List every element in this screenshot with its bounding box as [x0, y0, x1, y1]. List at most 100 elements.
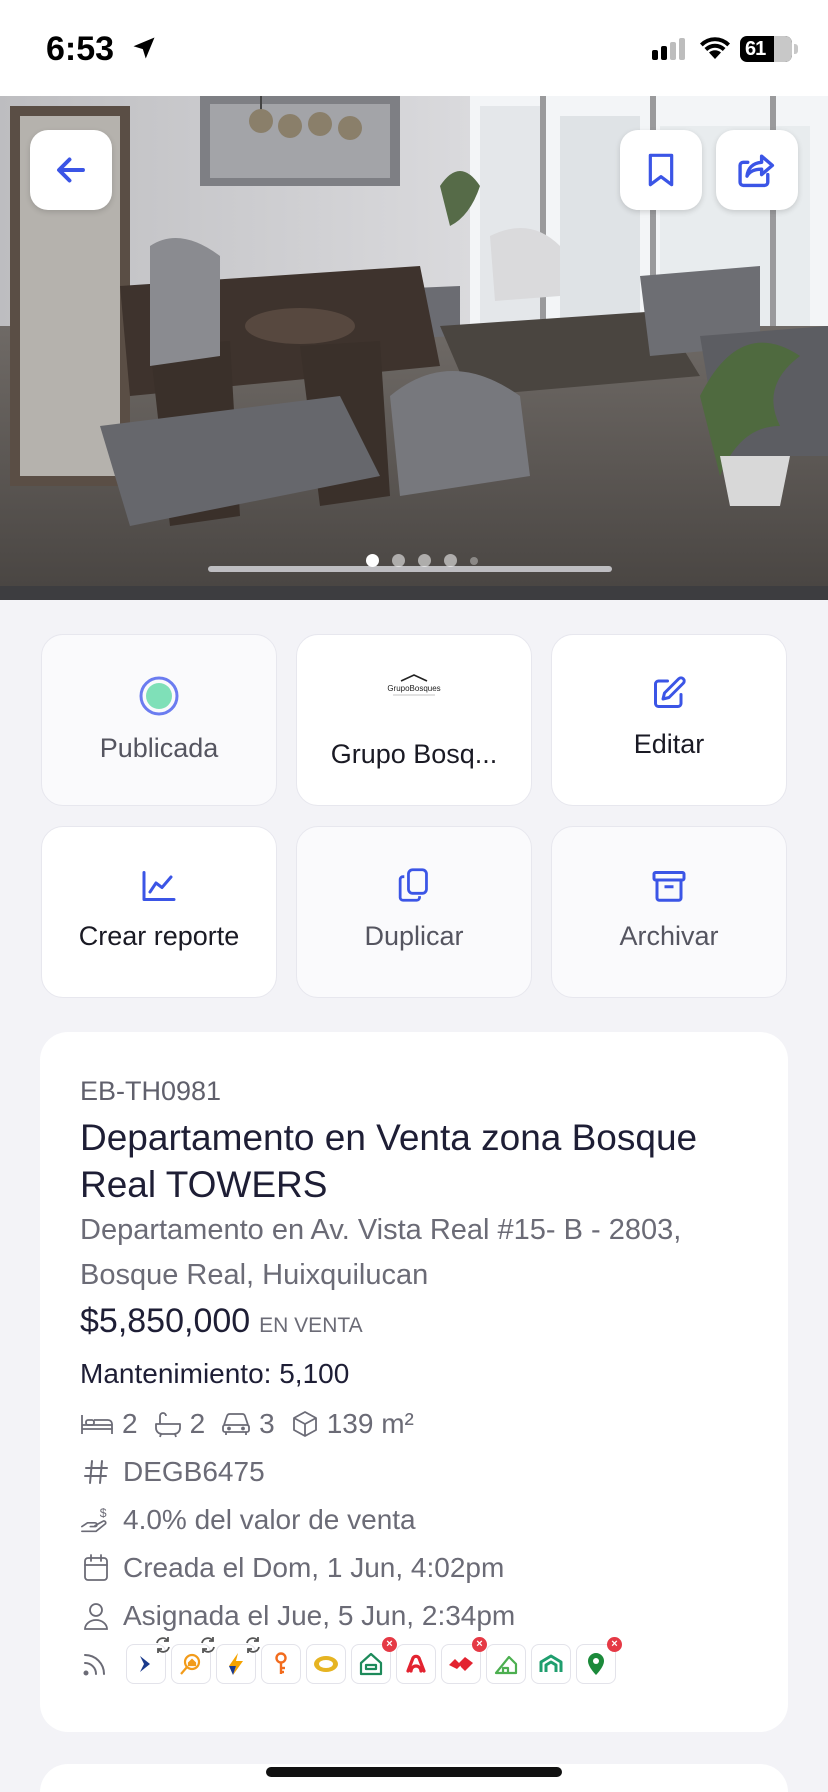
internal-id: DEGB6475 — [123, 1456, 265, 1487]
battery-indicator: 61 — [740, 36, 792, 62]
status-tile[interactable]: Publicada — [41, 634, 277, 806]
features-row: 2 2 3 139 m² — [80, 1408, 430, 1440]
back-button[interactable] — [30, 130, 112, 210]
bedrooms-feature: 2 — [80, 1408, 138, 1440]
portal-7[interactable] — [396, 1644, 436, 1684]
agency-tile[interactable]: GrupoBosques Grupo Bosq... — [296, 634, 532, 806]
listing-address: Departamento en Av. Vista Real #15- B - … — [80, 1214, 682, 1291]
chart-icon — [142, 871, 176, 901]
calendar-icon — [84, 1554, 108, 1581]
share-button[interactable] — [716, 130, 798, 210]
svg-text:$: $ — [100, 1506, 107, 1520]
green-house-icon — [494, 1655, 518, 1675]
status-bar: 6:53 61 — [0, 0, 828, 96]
parking-feature: 3 — [221, 1408, 275, 1440]
home-indicator[interactable] — [266, 1767, 562, 1777]
battery-tip — [794, 44, 798, 54]
cube-icon — [292, 1411, 317, 1437]
chevron-right-icon — [140, 1656, 150, 1672]
pagination-dot[interactable] — [392, 554, 405, 567]
agency-logo: GrupoBosques — [387, 674, 441, 696]
user-icon — [84, 1603, 108, 1630]
gallery-pagination[interactable] — [366, 554, 478, 567]
pin-logo-icon — [406, 1654, 426, 1673]
area-value: 139 m² — [326, 1408, 414, 1439]
archive-tile[interactable]: Archivar — [551, 826, 787, 998]
duplicate-tile[interactable]: Duplicar — [296, 826, 532, 998]
bedrooms-count: 2 — [122, 1408, 138, 1439]
bookmark-icon — [648, 153, 674, 187]
internal-id-row: DEGB6475 — [80, 1456, 265, 1488]
created-text: Creada el Dom, 1 Jun, 4:02pm — [123, 1552, 505, 1583]
created-row: Creada el Dom, 1 Jun, 4:02pm — [80, 1552, 504, 1584]
portal-6[interactable]: × — [351, 1637, 397, 1684]
price-row: $5,850,000 EN VENTA — [80, 1302, 363, 1341]
status-label: Publicada — [99, 733, 219, 763]
listing-price: $5,850,000 — [80, 1302, 251, 1340]
listing-code: EB-TH0981 — [80, 1076, 222, 1106]
listing-info-card: EB-TH0981 Departamento en Venta zona Bos… — [40, 1032, 788, 1732]
map-pin-icon — [588, 1653, 604, 1675]
sync-icon — [246, 1637, 260, 1653]
archive-icon — [652, 871, 686, 902]
maintenance-fee: Mantenimiento: 5,100 — [80, 1358, 350, 1389]
status-time: 6:53 — [46, 30, 115, 68]
bed-icon — [81, 1415, 113, 1434]
key-icon — [275, 1652, 287, 1674]
report-tile[interactable]: Crear reporte — [41, 826, 277, 998]
portal-5[interactable] — [306, 1644, 346, 1684]
assigned-row: Asignada el Jue, 5 Jun, 2:34pm — [80, 1600, 515, 1632]
operation-type: EN VENTA — [259, 1314, 363, 1337]
bathrooms-count: 2 — [189, 1408, 206, 1439]
portal-1[interactable] — [126, 1637, 170, 1684]
portal-8[interactable]: × — [441, 1637, 487, 1684]
portal-11[interactable]: × — [576, 1637, 622, 1684]
property-photo-gallery[interactable] — [0, 96, 828, 600]
commission-row: $ 4.0% del valor de venta — [80, 1504, 416, 1536]
rss-icon — [83, 1654, 105, 1676]
ring-logo-icon — [314, 1656, 338, 1672]
battery-level: 61 — [745, 38, 766, 60]
assigned-text: Asignada el Jue, 5 Jun, 2:34pm — [123, 1600, 516, 1631]
pagination-dot[interactable] — [366, 554, 379, 567]
location-arrow-icon — [133, 37, 155, 59]
wifi-icon — [700, 37, 730, 59]
error-badge: × — [382, 1637, 397, 1652]
roof-logo-icon — [539, 1654, 563, 1672]
edit-icon — [654, 676, 686, 708]
house-icon — [359, 1652, 383, 1676]
hash-icon — [84, 1460, 108, 1484]
portal-9[interactable] — [486, 1644, 526, 1684]
share-icon — [738, 154, 775, 188]
sync-icon — [156, 1637, 170, 1653]
agency-label: Grupo Bosq... — [330, 739, 498, 769]
sync-icon — [201, 1637, 215, 1653]
status-dot-icon — [139, 676, 179, 716]
archive-label: Archivar — [619, 921, 719, 951]
parking-count: 3 — [259, 1408, 275, 1439]
report-label: Crear reporte — [78, 921, 240, 951]
area-feature: 139 m² — [291, 1408, 414, 1440]
living-room-photo[interactable] — [0, 96, 828, 586]
svg-text:GrupoBosques: GrupoBosques — [387, 684, 440, 693]
pagination-dot[interactable] — [470, 556, 478, 565]
bathrooms-feature: 2 — [154, 1408, 206, 1440]
edit-label: Editar — [633, 729, 705, 759]
portal-3[interactable] — [216, 1637, 260, 1684]
portal-4[interactable] — [261, 1644, 301, 1684]
portal-10[interactable] — [531, 1644, 571, 1684]
listing-title: Departamento en Venta zona Bosque Real T… — [80, 1117, 698, 1205]
bath-icon — [154, 1412, 181, 1438]
bookmark-button[interactable] — [620, 130, 702, 210]
portal-2[interactable] — [171, 1637, 215, 1684]
pagination-dot[interactable] — [418, 554, 431, 567]
handshake-icon — [449, 1657, 473, 1671]
duplicate-label: Duplicar — [364, 921, 464, 951]
cellular-signal-icon — [652, 38, 685, 60]
money-hand-icon: $ — [81, 1506, 107, 1533]
car-icon — [222, 1413, 251, 1435]
pagination-dot[interactable] — [444, 554, 457, 567]
commission-text: 4.0% del valor de venta — [123, 1504, 416, 1535]
edit-tile[interactable]: Editar — [551, 634, 787, 806]
error-badge: × — [472, 1637, 487, 1652]
